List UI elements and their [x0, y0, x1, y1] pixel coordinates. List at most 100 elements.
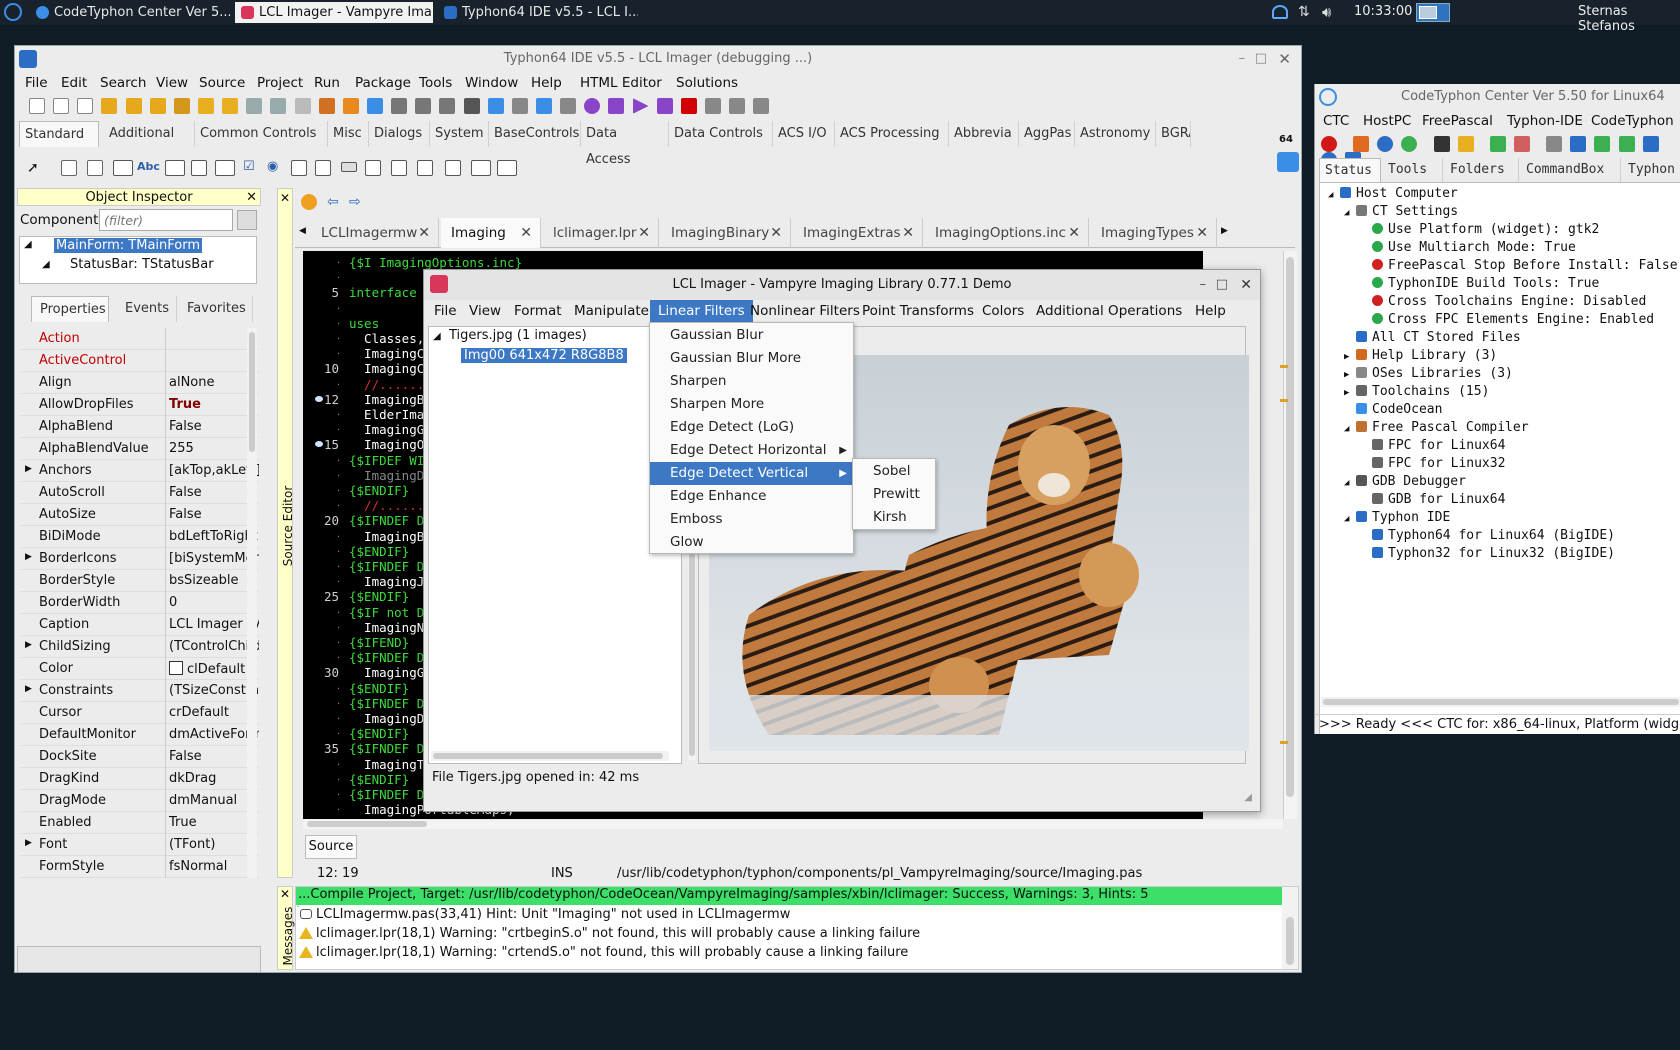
code-line[interactable]: //......: [349, 377, 424, 392]
inspect-icon[interactable]: [463, 98, 480, 114]
project-options-icon[interactable]: [318, 98, 335, 114]
clean-icon[interactable]: [1513, 136, 1530, 152]
tmemo-icon[interactable]: [191, 160, 207, 176]
components-filter-input[interactable]: [99, 209, 233, 231]
code-line[interactable]: {$ENDIF}: [349, 726, 409, 741]
palette-tab-data-controls[interactable]: Data Controls: [669, 121, 773, 147]
code-line[interactable]: interface: [349, 285, 417, 300]
menu-format[interactable]: Format: [514, 303, 562, 319]
property-row[interactable]: Enabled True: [21, 812, 259, 834]
property-row[interactable]: AutoScroll False: [21, 482, 259, 504]
property-row[interactable]: Action: [21, 328, 259, 350]
tree-node[interactable]: Cross Toolchains Engine: Disabled: [1360, 293, 1646, 311]
property-value[interactable]: (TControlChildS: [169, 639, 259, 654]
transfer-icon[interactable]: ⇅: [1298, 4, 1310, 20]
code-line[interactable]: ImagingB: [349, 392, 424, 407]
pause-icon[interactable]: [656, 98, 673, 114]
rebuild-icon[interactable]: [1642, 136, 1659, 152]
property-value[interactable]: dkDrag: [169, 771, 259, 786]
tgroupbox-icon[interactable]: [365, 160, 381, 176]
property-row[interactable]: ▶ ChildSizing (TControlChildS: [21, 636, 259, 658]
step-icon[interactable]: [511, 98, 528, 114]
stop-icon[interactable]: [1321, 136, 1337, 152]
debug-eye-icon[interactable]: [608, 98, 625, 114]
clock[interactable]: 10:33:00: [1354, 4, 1412, 19]
property-value[interactable]: crDefault: [169, 705, 259, 720]
tab-events[interactable]: Events: [115, 296, 177, 322]
tbutton-icon[interactable]: [113, 160, 133, 176]
tab-lclimagermw[interactable]: LCLImagermw ✕: [311, 218, 439, 248]
folder-icon[interactable]: [197, 98, 214, 114]
property-value[interactable]: 255: [169, 441, 259, 456]
property-value[interactable]: (TSizeConstrain: [169, 683, 259, 698]
open-icon[interactable]: [101, 98, 118, 114]
close-icon[interactable]: ✕: [520, 218, 532, 248]
code-line[interactable]: {$ENDIF}: [349, 772, 409, 787]
property-value[interactable]: bsSizeable: [169, 573, 259, 588]
property-value[interactable]: False: [169, 749, 259, 764]
stop-icon[interactable]: [680, 98, 697, 114]
property-grid-scrollbar[interactable]: [247, 328, 257, 878]
tree-node-statusbar[interactable]: StatusBar: TStatusBar: [70, 257, 214, 272]
tab-status[interactable]: Status: [1319, 158, 1381, 182]
menu-file[interactable]: File: [25, 75, 48, 91]
tcheckbox-icon[interactable]: ☑: [243, 159, 255, 174]
palette-tab-basecontrols[interactable]: BaseControls: [489, 121, 581, 147]
collapsed-icon[interactable]: ▶: [1344, 366, 1356, 384]
messages-scrollbar[interactable]: [1282, 887, 1298, 969]
property-row[interactable]: ▶ Constraints (TSizeConstrain: [21, 680, 259, 702]
taskbar-task-ctc[interactable]: CodeTyphon Center Ver 5...: [30, 2, 230, 23]
new-form-icon[interactable]: [53, 98, 70, 114]
tlabel-icon[interactable]: Abc: [137, 160, 160, 173]
tree-node[interactable]: ▶ OSes Libraries (3): [1344, 365, 1513, 383]
forward-icon[interactable]: ⇨: [349, 194, 361, 210]
tscrollbar-icon[interactable]: [341, 162, 357, 172]
filter-clear-icon[interactable]: [237, 210, 257, 230]
code-line[interactable]: ImagingC: [349, 361, 424, 376]
gear-icon[interactable]: [584, 98, 601, 114]
code-line[interactable]: {$ENDIF}: [349, 589, 409, 604]
menu-tools[interactable]: Tools: [419, 75, 452, 91]
expanded-icon[interactable]: ◢: [1344, 420, 1356, 438]
code-line[interactable]: {$I ImagingOptions.inc}: [349, 255, 522, 270]
step-into-icon[interactable]: [729, 98, 746, 114]
debug-icon[interactable]: [487, 98, 504, 114]
close-file-icon[interactable]: [294, 98, 311, 114]
taskbar-task-ide[interactable]: Typhon64 IDE v5.5 - LCL I...: [438, 2, 638, 23]
folder-open-icon[interactable]: [222, 98, 239, 114]
property-row[interactable]: Align alNone: [21, 372, 259, 394]
menu-item-kirsh[interactable]: Kirsh: [853, 506, 935, 529]
menu-hostpc[interactable]: HostPC: [1363, 113, 1411, 129]
palette-tab-additional[interactable]: Additional: [104, 121, 195, 147]
property-value[interactable]: False: [169, 419, 259, 434]
minimize-icon[interactable]: –: [1200, 270, 1207, 300]
code-line[interactable]: Classes,: [349, 331, 424, 346]
tree-node[interactable]: ◢ Typhon IDE: [1344, 509, 1450, 527]
tools-icon[interactable]: [560, 98, 577, 114]
tree-node-mainform[interactable]: MainForm: TMainForm: [54, 238, 203, 253]
new-file-icon[interactable]: [29, 98, 45, 114]
taskbar-task-imager[interactable]: LCL Imager - Vampyre Ima...: [235, 2, 433, 23]
property-value[interactable]: fsNormal: [169, 859, 259, 874]
tab-typhon-pk[interactable]: Typhon Pk: [1623, 158, 1680, 201]
save-icon[interactable]: [246, 98, 263, 114]
close-icon[interactable]: ✕: [1240, 270, 1252, 300]
property-row[interactable]: ActiveControl: [21, 350, 259, 372]
tpopupmenu-icon[interactable]: [87, 160, 103, 176]
tree-node-image[interactable]: Img00 641x472 R8G8B8: [461, 348, 627, 363]
menu-view[interactable]: View: [469, 303, 501, 319]
menu-window[interactable]: Window: [465, 75, 518, 91]
minimize-icon[interactable]: –: [1239, 46, 1246, 72]
menu-item-glow[interactable]: Glow: [650, 531, 855, 554]
menu-linear-filters[interactable]: Linear Filters: [650, 300, 753, 323]
menu-manipulate[interactable]: Manipulate: [574, 303, 649, 319]
property-row[interactable]: ▶ Font (TFont): [21, 834, 259, 856]
palette-tab-standard[interactable]: Standard: [19, 121, 99, 147]
tree-node[interactable]: All CT Stored Files: [1344, 329, 1521, 347]
code-line[interactable]: {$IFNDEF D: [349, 787, 424, 802]
tree-node[interactable]: ◢ CT Settings: [1344, 203, 1458, 221]
tree-node[interactable]: ◢ Free Pascal Compiler: [1344, 419, 1529, 437]
install-icon[interactable]: [1594, 136, 1611, 152]
palette-tab-acs-io[interactable]: ACS I/O: [773, 121, 835, 147]
tree-node[interactable]: FreePascal Stop Before Install: False: [1360, 257, 1678, 275]
